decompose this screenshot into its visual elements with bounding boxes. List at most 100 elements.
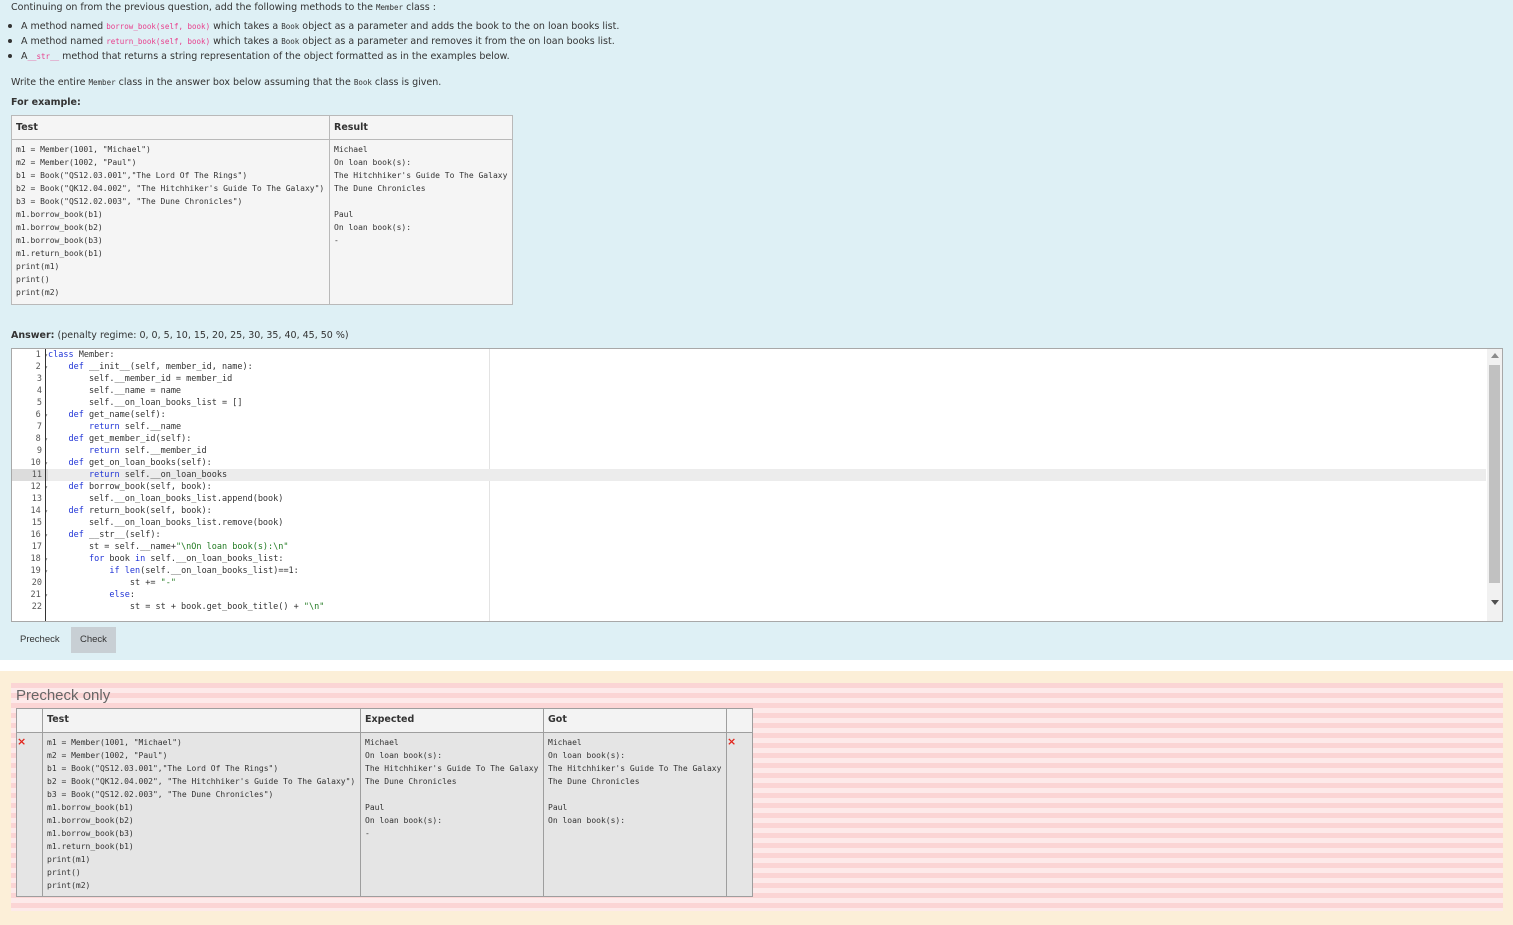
bullet-item: A method named return_book(self, book) w… xyxy=(8,36,615,47)
line-number: 22 xyxy=(31,602,42,612)
line-number: 4 xyxy=(36,386,42,396)
bullet-dot-icon xyxy=(8,38,12,43)
precheck-button[interactable]: Precheck xyxy=(11,627,69,653)
example-result-cell: Michael On loan book(s): The Hitchhiker'… xyxy=(329,139,513,305)
fail-cross-icon: × xyxy=(726,732,753,897)
result-expected-cell: Michael On loan book(s): The Hitchhiker'… xyxy=(360,732,544,897)
code-line[interactable]: self.__on_loan_books_list.remove(book) xyxy=(48,517,1486,529)
scroll-up-arrow-icon[interactable] xyxy=(1491,353,1499,358)
bullet-text: object as a parameter and adds the book … xyxy=(302,21,620,32)
write-text: class in the answer box below assuming t… xyxy=(118,77,351,88)
bullet-item: A__str__ method that returns a string re… xyxy=(8,51,510,62)
inline-code: return_book(self, book) xyxy=(106,37,211,46)
example-test-cell: m1 = Member(1001, "Michael") m2 = Member… xyxy=(11,139,330,305)
code-line[interactable]: return self.__name xyxy=(48,421,1486,433)
bullet-dot-icon xyxy=(8,23,12,28)
code-line[interactable]: class Member: xyxy=(48,349,1486,361)
code-line[interactable]: self.__name = name xyxy=(48,385,1486,397)
example-table: Test Result m1 = Member(1001, "Michael")… xyxy=(11,115,513,305)
line-number: 9 xyxy=(36,446,42,456)
inline-code: Book xyxy=(281,37,300,46)
question-panel: Continuing on from the previous question… xyxy=(0,0,1513,660)
line-number: 2 ▾ xyxy=(35,362,48,372)
scroll-down-arrow-icon[interactable] xyxy=(1491,600,1499,605)
line-number: 3 xyxy=(36,374,42,384)
answer-label: Answer: xyxy=(11,330,55,341)
example-header-test: Test xyxy=(11,115,330,140)
code-line[interactable]: def get_on_loan_books(self): xyxy=(48,457,1486,469)
line-number: 18 ▾ xyxy=(30,554,48,564)
precheck-results-table: Test Expected Got × m1 = Member(1001, "M… xyxy=(16,708,753,897)
result-test-code: m1 = Member(1001, "Michael") m2 = Member… xyxy=(47,738,356,890)
code-editor[interactable]: 1 ▾ 2 ▾ 3 4 5 6 ▾ 7 8 ▾ 9 10 ▾ 11 12 ▾ 13 14 ▾ 15 16 ▾ 1… xyxy=(11,348,1503,622)
penalty-regime: (penalty regime: 0, 0, 5, 10, 15, 20, 25… xyxy=(57,330,349,341)
bullet-text: A method named xyxy=(21,36,104,47)
code-line[interactable]: def get_member_id(self): xyxy=(48,433,1486,445)
code-area[interactable]: class Member: def __init__(self, member_… xyxy=(48,349,1486,621)
example-test-code: m1 = Member(1001, "Michael") m2 = Member… xyxy=(16,145,325,297)
answer-label-row: Answer: (penalty regime: 0, 0, 5, 10, 15… xyxy=(11,330,349,341)
inline-code: borrow_book(self, book) xyxy=(106,22,211,31)
code-line[interactable]: self.__member_id = member_id xyxy=(48,373,1486,385)
write-text: Write the entire xyxy=(11,77,86,88)
bullet-text: object as a parameter and removes it fro… xyxy=(302,36,615,47)
code-line[interactable]: def __str__(self): xyxy=(48,529,1486,541)
intro-end-text: class : xyxy=(406,2,436,13)
inline-code: Book xyxy=(353,78,372,87)
line-number: 20 xyxy=(31,578,42,588)
check-button[interactable]: Check xyxy=(71,627,116,653)
bullet-text: method that returns a string representat… xyxy=(62,51,510,62)
result-header-got: Got xyxy=(543,708,727,733)
bullet-item: A method named borrow_book(self, book) w… xyxy=(8,21,619,32)
bullet-text: which takes a xyxy=(213,36,279,47)
code-line[interactable]: def __init__(self, member_id, name): xyxy=(48,361,1486,373)
for-example-heading: For example: xyxy=(11,97,81,108)
line-number: 10 ▾ xyxy=(30,458,48,468)
code-line[interactable]: else: xyxy=(48,589,1486,601)
inline-code: __str__ xyxy=(27,52,60,61)
result-got-code: Michael On loan book(s): The Hitchhiker'… xyxy=(548,738,722,825)
code-line[interactable]: self.__on_loan_books_list.append(book) xyxy=(48,493,1486,505)
code-line[interactable]: def borrow_book(self, book): xyxy=(48,481,1486,493)
gutter-divider xyxy=(45,349,46,621)
result-header-expected: Expected xyxy=(360,708,544,733)
result-header-test: Test xyxy=(42,708,361,733)
code-line[interactable]: st += "-" xyxy=(48,577,1486,589)
example-header-result: Result xyxy=(329,115,513,140)
code-line[interactable]: st = self.__name+"\nOn loan book(s):\n" xyxy=(48,541,1486,553)
code-line[interactable]: if len(self.__on_loan_books_list)==1: xyxy=(48,565,1486,577)
code-line[interactable]: return self.__on_loan_books xyxy=(48,469,1486,481)
line-number: 7 xyxy=(36,422,42,432)
write-instruction: Write the entire Member class in the ans… xyxy=(11,77,441,88)
write-text: class is given. xyxy=(374,77,442,88)
bullet-dot-icon xyxy=(8,53,12,58)
editor-scrollbar[interactable] xyxy=(1487,349,1502,621)
line-number: 16 ▾ xyxy=(30,530,48,540)
result-test-cell: m1 = Member(1001, "Michael") m2 = Member… xyxy=(42,732,361,897)
code-line[interactable]: self.__on_loan_books_list = [] xyxy=(48,397,1486,409)
bullet-text: which takes a xyxy=(213,21,279,32)
intro-text: Continuing on from the previous question… xyxy=(11,2,373,13)
code-line[interactable]: return self.__member_id xyxy=(48,445,1486,457)
result-expected-code: Michael On loan book(s): The Hitchhiker'… xyxy=(365,738,539,838)
code-line[interactable]: st = st + book.get_book_title() + "\n" xyxy=(48,601,1486,613)
code-line[interactable]: def get_name(self): xyxy=(48,409,1486,421)
line-number-gutter: 1 ▾ 2 ▾ 3 4 5 6 ▾ 7 8 ▾ 9 10 ▾ 11 12 ▾ 13 14 ▾ 15 16 ▾ 1… xyxy=(12,349,48,621)
line-number: 13 xyxy=(31,494,42,504)
line-number: 5 xyxy=(36,398,42,408)
line-number: 15 xyxy=(31,518,42,528)
code-line[interactable]: def return_book(self, book): xyxy=(48,505,1486,517)
scrollbar-thumb[interactable] xyxy=(1489,365,1500,583)
line-number: 19 ▾ xyxy=(30,566,48,576)
line-number: 1 ▾ xyxy=(35,350,48,360)
inline-code: Member xyxy=(88,78,116,87)
code-line[interactable]: for book in self.__on_loan_books_list: xyxy=(48,553,1486,565)
line-number: 17 xyxy=(31,542,42,552)
bullet-text: A method named xyxy=(21,21,104,32)
line-number: 8 ▾ xyxy=(35,434,48,444)
intro-class-code: Member xyxy=(375,3,404,12)
line-number: 21 ▾ xyxy=(30,590,48,600)
precheck-title: Precheck only xyxy=(16,687,111,704)
fail-cross-icon: × xyxy=(16,732,43,897)
result-header-status xyxy=(726,708,753,733)
